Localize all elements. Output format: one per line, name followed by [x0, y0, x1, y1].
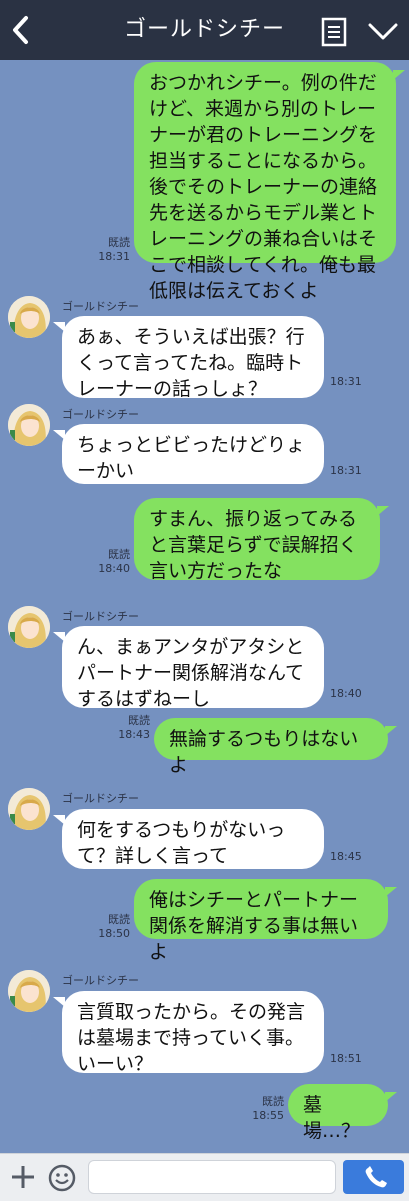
message-time: 18:55	[252, 1109, 284, 1122]
message-time: 18:31	[330, 375, 362, 388]
message-bubble-out[interactable]: 墓場…？	[288, 1084, 388, 1142]
emoji-icon	[48, 1164, 76, 1192]
message-time: 18:40	[330, 687, 362, 700]
avatar-portrait	[8, 788, 50, 830]
sender-name: ゴールドシチー	[62, 408, 139, 421]
message-time: 18:31	[98, 250, 130, 263]
avatar-portrait	[8, 296, 50, 338]
call-button[interactable]	[343, 1160, 404, 1194]
avatar[interactable]	[8, 970, 50, 1012]
avatar-portrait	[8, 404, 50, 446]
sender-name: ゴールドシチー	[62, 610, 139, 623]
avatar-portrait	[8, 606, 50, 648]
message-time: 18:50	[98, 927, 130, 940]
message-bubble-in[interactable]: ん、まぁアンタがアタシとパートナー関係解消なんてするはずねーし	[62, 626, 324, 710]
avatar[interactable]	[8, 404, 50, 446]
sender-name: ゴールドシチー	[62, 792, 139, 805]
bubble-tail	[385, 887, 397, 897]
message-time: 18:51	[330, 1052, 362, 1065]
bubble-tail	[53, 632, 65, 642]
message-time: 18:31	[330, 464, 362, 477]
message-bubble-out[interactable]: すまん、振り返ってみると言葉足らずで誤解招く言い方だったな	[134, 498, 380, 582]
message-meta: 既読 18:43	[104, 714, 150, 742]
avatar-portrait	[8, 970, 50, 1012]
message-time: 18:40	[98, 562, 130, 575]
bubble-tail	[377, 506, 389, 516]
read-receipt: 既読	[108, 548, 130, 561]
avatar[interactable]	[8, 296, 50, 338]
read-receipt: 既読	[108, 913, 130, 926]
message-list[interactable]: 既読 18:31 おつかれシチー。例の件だけど、来週から別のトレーナーが君のトレ…	[0, 60, 409, 1153]
avatar[interactable]	[8, 788, 50, 830]
note-button[interactable]	[321, 17, 347, 47]
message-bubble-out[interactable]: 俺はシチーとパートナー関係を解消する事は無いよ	[134, 879, 388, 963]
bubble-tail	[53, 322, 65, 332]
message-bubble-out[interactable]: おつかれシチー。例の件だけど、来週から別のトレーナーが君のトレーニングを担当する…	[134, 62, 396, 302]
bubble-tail	[385, 726, 397, 736]
message-time: 18:43	[118, 728, 150, 741]
read-receipt: 既読	[262, 1095, 284, 1108]
message-bubble-in[interactable]: あぁ、そういえば出張？行くって言ってたね。臨時トレーナーの話っしょ？	[62, 316, 324, 400]
message-bubble-in[interactable]: 言質取ったから。その発言は墓場まで持っていく事。いーい？	[62, 991, 324, 1075]
bubble-tail	[385, 1092, 397, 1102]
note-icon	[321, 17, 347, 47]
message-meta: 既読 18:40	[82, 548, 130, 576]
read-receipt: 既読	[128, 714, 150, 727]
sender-name: ゴールドシチー	[62, 974, 139, 987]
plus-icon	[12, 1166, 34, 1188]
message-meta: 既読 18:31	[82, 236, 130, 264]
message-input[interactable]	[88, 1160, 336, 1194]
message-bubble-out[interactable]: 無論するつもりはないよ	[154, 718, 388, 776]
bubble-tail	[393, 70, 405, 80]
message-bubble-in[interactable]: 何をするつもりがないって？詳しく言って	[62, 809, 324, 869]
message-time: 18:45	[330, 850, 362, 863]
message-meta: 既読 18:55	[240, 1095, 284, 1123]
message-bubble-in[interactable]: ちょっとビビったけどりょーかい	[62, 424, 324, 484]
bubble-tail	[53, 430, 65, 440]
chat-title: ゴールドシチー	[123, 17, 285, 42]
message-meta: 既読 18:50	[82, 913, 130, 941]
chevron-down-icon	[368, 23, 398, 40]
add-button[interactable]	[8, 1162, 38, 1192]
menu-toggle-button[interactable]	[366, 18, 400, 44]
avatar[interactable]	[8, 606, 50, 648]
bubble-tail	[53, 997, 65, 1007]
bubble-tail	[53, 815, 65, 825]
phone-icon	[365, 1166, 387, 1188]
sender-name: ゴールドシチー	[62, 300, 139, 313]
read-receipt: 既読	[108, 236, 130, 249]
emoji-button[interactable]	[47, 1163, 77, 1193]
message-composer	[0, 1153, 409, 1201]
chat-header: ゴールドシチー	[0, 0, 409, 60]
